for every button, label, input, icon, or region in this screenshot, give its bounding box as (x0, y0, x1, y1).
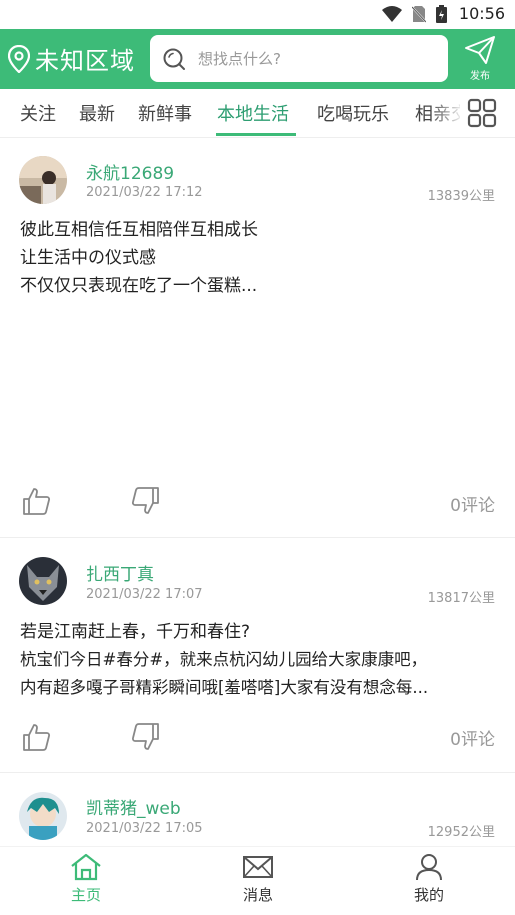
comment-count[interactable]: 0评论 (450, 491, 495, 516)
tabs-fade (430, 89, 464, 137)
post-time: 2021/03/22 17:07 (86, 587, 203, 602)
post-content[interactable]: 若是江南赶上春，千万和春住? 杭宝们今日#春分#，就来点杭闪幼儿园给大家康康吧，… (20, 618, 495, 702)
nav-home-label: 主页 (70, 886, 101, 904)
status-bar: 10:56 (0, 0, 515, 29)
home-icon (71, 853, 101, 881)
post-distance: 13839公里 (427, 189, 495, 204)
publish-label: 发布 (470, 71, 490, 82)
wifi-icon (381, 5, 402, 22)
status-time: 10:56 (458, 4, 505, 23)
send-icon (465, 36, 495, 64)
post-line: 内有超多嘎子哥精彩瞬间哦[羞嗒嗒]大家有没有想念每... (20, 678, 429, 697)
user-icon (416, 854, 442, 881)
post-line: 若是江南赶上春，千万和春住? (20, 622, 251, 642)
post-card[interactable]: 凯蒂猪_web 2021/03/22 17:05 12952公里 (0, 773, 515, 846)
post-distance: 13817公里 (427, 591, 495, 606)
post-card[interactable]: 永航12689 2021/03/22 17:12 13839公里 彼此互相信任互… (0, 138, 515, 536)
nav-profile-label: 我的 (413, 886, 444, 904)
top-header: 未知区域 想找点什么? 发布 (0, 29, 515, 89)
nav-home[interactable]: 主页 (46, 853, 126, 905)
post-content[interactable]: 彼此互相信任互相陪伴互相成长 让生活中の仪式感 不仅仅只表现在吃了一个蛋糕... (20, 216, 495, 300)
battery-icon (435, 4, 447, 23)
location-pin-icon (8, 44, 30, 73)
tab-local-life[interactable]: 本地生活 (217, 100, 289, 126)
location-selector[interactable]: 未知区域 (8, 41, 135, 76)
tab-fresh[interactable]: 新鲜事 (138, 100, 192, 126)
avatar[interactable] (19, 792, 67, 840)
post-username[interactable]: 凯蒂猪_web (86, 794, 181, 819)
comment-count[interactable]: 0评论 (450, 725, 495, 750)
post-line: 杭宝们今日#春分#，就来点杭闪幼儿园给大家康康吧， (20, 650, 428, 669)
post-distance: 12952公里 (427, 825, 495, 840)
post-line: 让生活中の仪式感 (20, 248, 156, 268)
post-line: 彼此互相信任互相陪伴互相成长 (20, 220, 258, 240)
category-tabs: 关注 最新 新鲜事 本地生活 吃喝玩乐 相亲交友 (0, 89, 515, 137)
active-tab-indicator (216, 133, 296, 136)
publish-button[interactable]: 发布 (458, 35, 502, 85)
post-card[interactable]: 扎西丁真 2021/03/22 17:07 13817公里 若是江南赶上春，千万… (0, 538, 515, 772)
post-username[interactable]: 永航12689 (86, 159, 174, 184)
bottom-nav: 主页 消息 我的 (0, 846, 515, 915)
thumbs-down-icon[interactable] (131, 486, 161, 516)
post-username[interactable]: 扎西丁真 (86, 560, 154, 585)
tab-latest[interactable]: 最新 (79, 100, 115, 126)
post-time: 2021/03/22 17:12 (86, 185, 203, 200)
search-placeholder: 想找点什么? (198, 50, 281, 68)
thumbs-up-icon[interactable] (21, 486, 51, 516)
avatar[interactable] (19, 156, 67, 204)
nav-messages[interactable]: 消息 (218, 853, 298, 905)
thumbs-down-icon[interactable] (131, 722, 161, 752)
tab-food-fun[interactable]: 吃喝玩乐 (317, 100, 389, 126)
avatar[interactable] (19, 557, 67, 605)
grid-menu-icon[interactable] (466, 97, 498, 129)
search-icon (163, 48, 185, 70)
post-time: 2021/03/22 17:05 (86, 821, 203, 836)
tab-follow[interactable]: 关注 (20, 100, 56, 126)
post-line: 不仅仅只表现在吃了一个蛋糕... (20, 276, 258, 296)
no-sim-icon (411, 5, 426, 23)
search-bar[interactable]: 想找点什么? (150, 35, 448, 82)
nav-profile[interactable]: 我的 (389, 853, 469, 905)
thumbs-up-icon[interactable] (21, 722, 51, 752)
location-label: 未知区域 (35, 47, 135, 75)
mail-icon (243, 856, 273, 878)
nav-messages-label: 消息 (242, 886, 273, 904)
